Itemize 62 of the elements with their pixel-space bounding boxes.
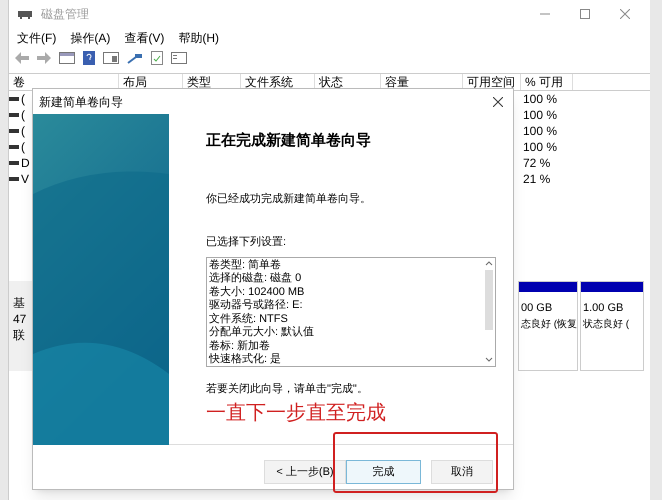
setting-line: 分配单元大小: 默认值: [209, 326, 316, 340]
settings-list[interactable]: 卷类型: 简单卷 选择的磁盘: 磁盘 0 卷大小: 102400 MB 驱动器号或路径: E: 文件系统: NTFS 分配单元大小: 默认值 卷标: 新加卷 快速格式化: 是: [206, 256, 496, 366]
panel-icon[interactable]: [103, 52, 119, 64]
close-icon[interactable]: [493, 96, 503, 106]
disk-info-text: 47: [13, 311, 28, 327]
volume-icon: [9, 161, 19, 165]
partition-status: 状态良好 (: [582, 318, 630, 332]
volume-icon: [9, 97, 19, 101]
close-hint: 若要关闭此向导，请单击"完成"。: [206, 382, 369, 396]
settings-label: 已选择下列设置:: [206, 235, 288, 250]
table-cell-text: 72 %: [522, 155, 550, 172]
help-icon[interactable]: [83, 51, 95, 65]
partition-size: 00 GB: [520, 301, 554, 316]
table-cell-text: (: [21, 123, 25, 140]
partition-status: 态良好 (恢复: [520, 318, 577, 332]
partition-bar: [581, 282, 643, 292]
setting-line: 快速格式化: 是: [209, 353, 282, 366]
setting-line: 文件系统: NTFS: [209, 312, 289, 326]
table-cell-text: D: [21, 155, 30, 172]
partition-block[interactable]: 1.00 GB 状态良好 (: [580, 281, 644, 371]
dialog-heading: 正在完成新建简单卷向导: [206, 131, 372, 151]
disk-info-text: 联: [13, 327, 26, 343]
menu-item[interactable]: 帮助(H): [178, 28, 219, 46]
window-icon[interactable]: [171, 52, 187, 64]
table-cell-text: 100 %: [522, 123, 558, 140]
table-cell-text: 100 %: [522, 91, 558, 108]
menu-item[interactable]: 操作(A): [70, 28, 110, 46]
setting-line: 卷类型: 简单卷: [209, 258, 282, 272]
dialog-button[interactable]: 取消: [431, 460, 493, 484]
setting-line: 卷大小: 102400 MB: [209, 286, 306, 299]
table-cell-text: 100 %: [522, 139, 558, 156]
volume-icon: [9, 113, 19, 117]
dialog-button[interactable]: 完成: [346, 460, 421, 484]
disk-info-text: 基: [13, 295, 26, 311]
setting-line: 卷标: 新加卷: [209, 340, 272, 353]
table-cell-text: (: [21, 107, 25, 124]
partition-block[interactable]: 00 GB 态良好 (恢复: [518, 281, 578, 371]
table-cell-text: (: [21, 91, 25, 108]
column-header[interactable]: % 可用: [521, 74, 573, 90]
window-title: 磁盘管理: [41, 6, 89, 23]
maximize-icon[interactable]: [580, 9, 590, 19]
menu-item[interactable]: 查看(V): [124, 28, 164, 46]
forward-arrow-icon[interactable]: [37, 52, 51, 64]
checklist-icon[interactable]: [151, 51, 163, 65]
partition-size: 1.00 GB: [582, 301, 624, 316]
volume-icon: [9, 145, 19, 149]
setting-line: 驱动器号或路径: E:: [209, 299, 304, 312]
setting-line: 选择的磁盘: 磁盘 0: [209, 272, 302, 286]
partition-bar: [519, 282, 577, 292]
panel-icon[interactable]: [59, 52, 75, 64]
table-cell-text: 100 %: [522, 107, 558, 124]
menu-item[interactable]: 文件(F): [17, 28, 56, 46]
table-cell-text: (: [21, 139, 25, 156]
dialog-button[interactable]: < 上一步(B): [264, 460, 346, 484]
success-message: 你已经成功完成新建简单卷向导。: [206, 192, 372, 206]
table-cell-text: 21 %: [522, 171, 550, 188]
table-cell-text: V: [21, 171, 30, 188]
dialog-title: 新建简单卷向导: [39, 94, 123, 110]
volume-icon: [9, 177, 19, 181]
back-arrow-icon[interactable]: [15, 52, 29, 64]
volume-icon: [9, 129, 19, 133]
annotation-text: 一直下一步直至完成: [206, 401, 387, 425]
